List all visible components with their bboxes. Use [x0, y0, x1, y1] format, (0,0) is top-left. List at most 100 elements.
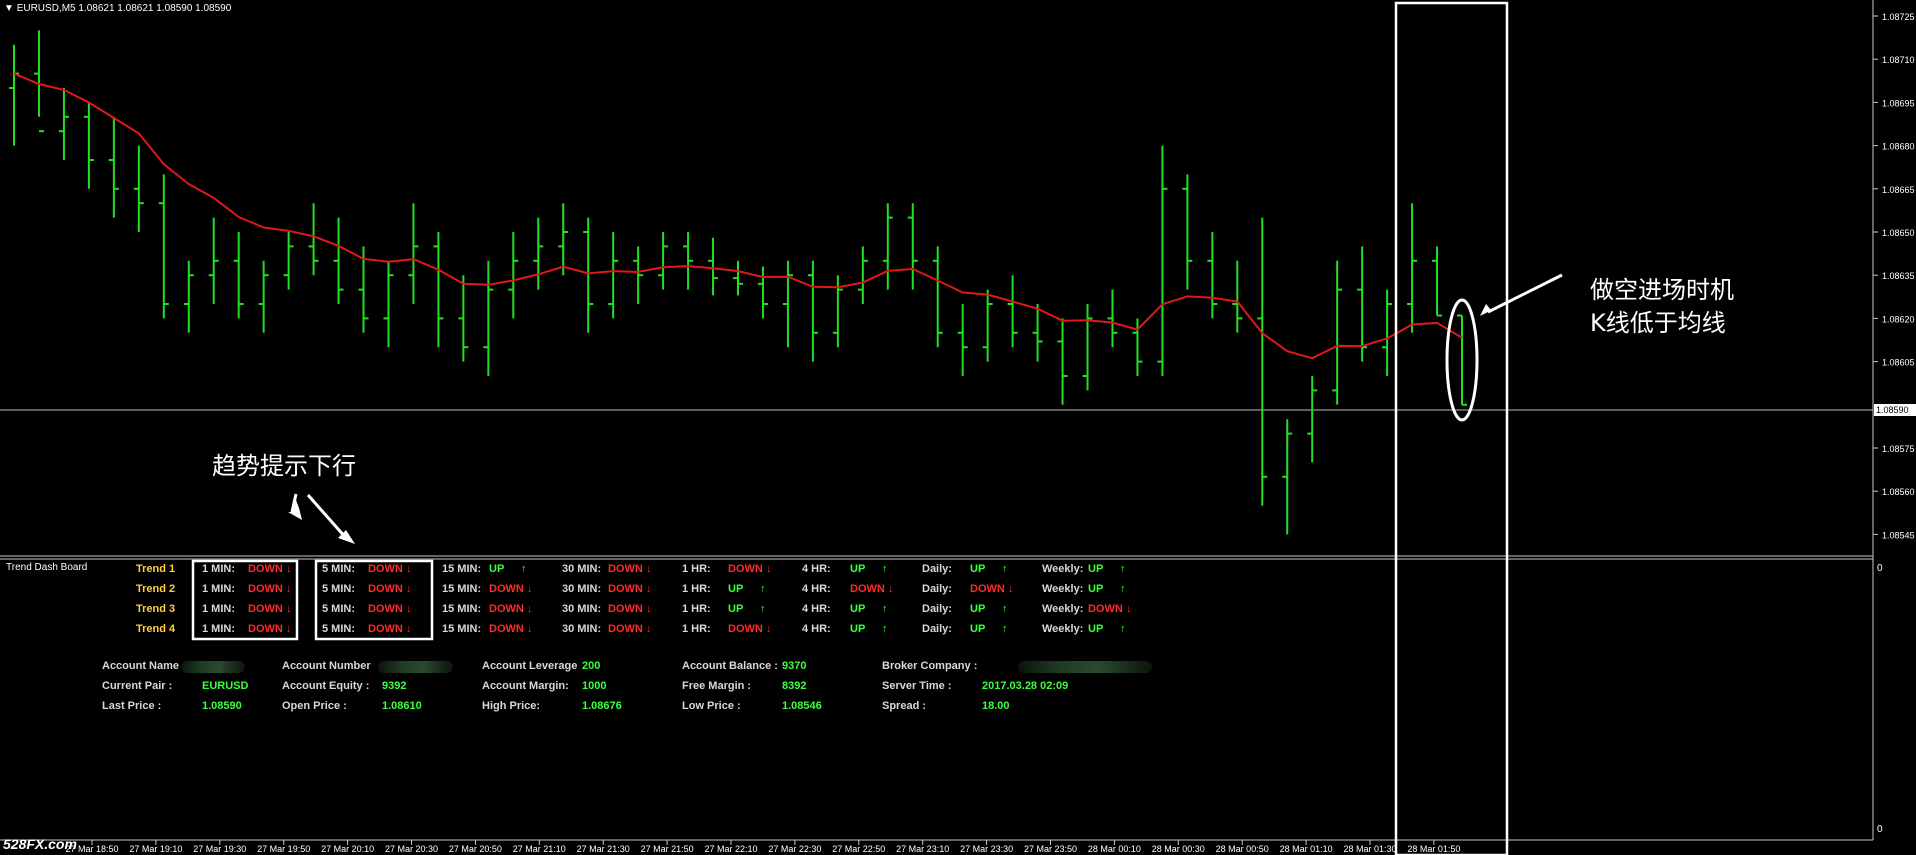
trend-down-status: DOWN: [368, 623, 403, 635]
trend-down-status: DOWN: [368, 583, 403, 595]
arrow-down-icon: ↓: [286, 583, 292, 595]
trend-row: Trend 21 MIN: DOWN ↓ 5 MIN: DOWN ↓ 15 MIN: DOWN…: [0, 583, 1200, 601]
timeframe-label: Daily:: [922, 563, 952, 575]
price-tick-label: 1.08650: [1882, 228, 1915, 238]
timeframe-label: 30 MIN:: [562, 583, 602, 595]
account-value: 1.08676: [582, 700, 622, 712]
trend-down-status: DOWN: [489, 603, 524, 615]
subwindow-scale-bottom: 0: [1877, 824, 1883, 835]
ohlc-bar: [1232, 260, 1243, 333]
header-dropdown-icon[interactable]: ▼: [4, 3, 17, 14]
ohlc-bar: [333, 217, 344, 304]
ohlc-bar: [1107, 289, 1118, 348]
account-label: High Price:: [482, 700, 541, 712]
down-arrow-large-shaft: [306, 494, 348, 539]
timeframe-label: 15 MIN:: [442, 563, 482, 575]
price-tick-label: 1.08605: [1882, 358, 1915, 368]
timeframe-label: 1 HR:: [682, 603, 711, 615]
price-tick-label: 1.08575: [1882, 444, 1915, 454]
account-value: 9392: [382, 680, 407, 692]
account-value: 1.08590: [202, 700, 242, 712]
ohlc-bar: [9, 44, 19, 146]
account-name-redacted: [181, 661, 245, 673]
ohlc-bar: [408, 203, 419, 304]
timeframe-label: 1 MIN:: [202, 603, 235, 615]
time-tick-label: 27 Mar 23:50: [1024, 844, 1077, 854]
arrow-up-icon: ↑: [1120, 623, 1126, 635]
ohlc-bar: [458, 275, 469, 362]
trend-hint-text: 趋势提示下行: [212, 452, 356, 480]
ohlc-bar: [1282, 419, 1293, 535]
highlight-box: [1394, 1, 1509, 855]
current-price-tag: 1.08590: [1874, 404, 1916, 416]
price-scale[interactable]: 1.08725 1.08710 1.08695 1.08680 1.08665 1.086…: [1873, 12, 1915, 540]
timeframe-label: 15 MIN:: [442, 623, 482, 635]
ohlc-bar: [1207, 232, 1218, 319]
price-tick-label: 1.08560: [1882, 487, 1915, 497]
trend-up-status: UP: [728, 603, 744, 615]
ohlc-bar: [1407, 203, 1418, 333]
time-tick-label: 28 Mar 00:10: [1088, 844, 1141, 854]
timeframe-label: 1 MIN:: [202, 583, 235, 595]
watermark: 528FX.com: [3, 836, 77, 852]
ohlc-bar: [1307, 376, 1318, 463]
time-tick-label: 27 Mar 22:10: [704, 844, 757, 854]
timeframe-label: Daily:: [922, 583, 952, 595]
time-tick-label: 28 Mar 00:50: [1216, 844, 1269, 854]
trend-down-status: DOWN: [489, 583, 524, 595]
ohlc-bar: [483, 260, 494, 376]
account-value: 18.00: [982, 700, 1010, 712]
timeframe-label: 1 HR:: [682, 623, 711, 635]
ohlc-bar: [658, 232, 669, 290]
trend-row: Trend 31 MIN: DOWN ↓ 5 MIN: DOWN ↓ 15 MIN: DOWN…: [0, 603, 1200, 621]
ohlc-bar: [533, 217, 544, 290]
trend-name: Trend 1: [136, 563, 176, 575]
arrow-down-icon: ↓: [527, 623, 533, 635]
ohlc-bar: [807, 260, 818, 362]
ohlc-bar: [133, 145, 144, 232]
price-tick-label: 1.08635: [1882, 271, 1915, 281]
arrow-up-icon: ↑: [882, 603, 888, 615]
timeframe-label: 5 MIN:: [322, 583, 355, 595]
arrow-down-icon: ↓: [406, 623, 412, 635]
account-label: Low Price :: [682, 700, 741, 712]
arrow-down-icon: ↓: [1126, 603, 1132, 615]
ohlc-bar: [683, 232, 694, 290]
subwindow-scale-top: 0: [1877, 563, 1883, 574]
arrow-down-icon: ↓: [406, 563, 412, 575]
trend-down-status: DOWN: [368, 603, 403, 615]
timeframe-label: 1 MIN:: [202, 563, 235, 575]
chart-header: ▼ EURUSD,M5 1.08621 1.08621 1.08590 1.08…: [4, 3, 231, 14]
ohlc-bar: [1182, 174, 1193, 290]
trend-up-status: UP: [970, 623, 986, 635]
trend-down-status: DOWN: [248, 623, 283, 635]
ohlc-bar: [608, 232, 619, 319]
trend-name: Trend 3: [136, 603, 176, 615]
ohlc-bar: [558, 203, 569, 276]
ohlc-bar: [1332, 260, 1343, 405]
ohlc-bar: [857, 246, 868, 304]
account-label: Server Time :: [882, 680, 952, 692]
price-chart[interactable]: 1.08725 1.08710 1.08695 1.08680 1.08665 1.086…: [0, 0, 1916, 855]
time-axis[interactable]: 27 Mar 18:50 27 Mar 19:10 27 Mar 19:30 27 M…: [65, 840, 1460, 854]
arrow-up-icon: ↑: [1120, 583, 1126, 595]
moving-average-line: [13, 72, 1463, 360]
ohlc-label: 1.08621 1.08621 1.08590 1.08590: [78, 3, 232, 14]
trend-name: Trend 4: [136, 623, 176, 635]
time-tick-label: 27 Mar 21:30: [577, 844, 630, 854]
time-tick-label: 28 Mar 01:10: [1280, 844, 1333, 854]
trend-up-status: UP: [850, 563, 866, 575]
trend-down-status: DOWN: [489, 623, 524, 635]
trend-name: Trend 2: [136, 583, 176, 595]
ohlc-bar: [158, 174, 169, 319]
ohlc-bar: [957, 304, 968, 376]
ohlc-bar: [633, 246, 644, 304]
account-label: Current Pair :: [102, 680, 173, 692]
arrow-down-icon: ↓: [1008, 583, 1014, 595]
trend-down-status: DOWN: [608, 603, 643, 615]
account-label: Free Margin :: [682, 680, 752, 692]
ohlc-bar: [183, 260, 194, 333]
time-tick-label: 28 Mar 00:30: [1152, 844, 1205, 854]
arrow-down-icon: ↓: [646, 623, 652, 635]
ohlc-bar: [58, 88, 69, 160]
